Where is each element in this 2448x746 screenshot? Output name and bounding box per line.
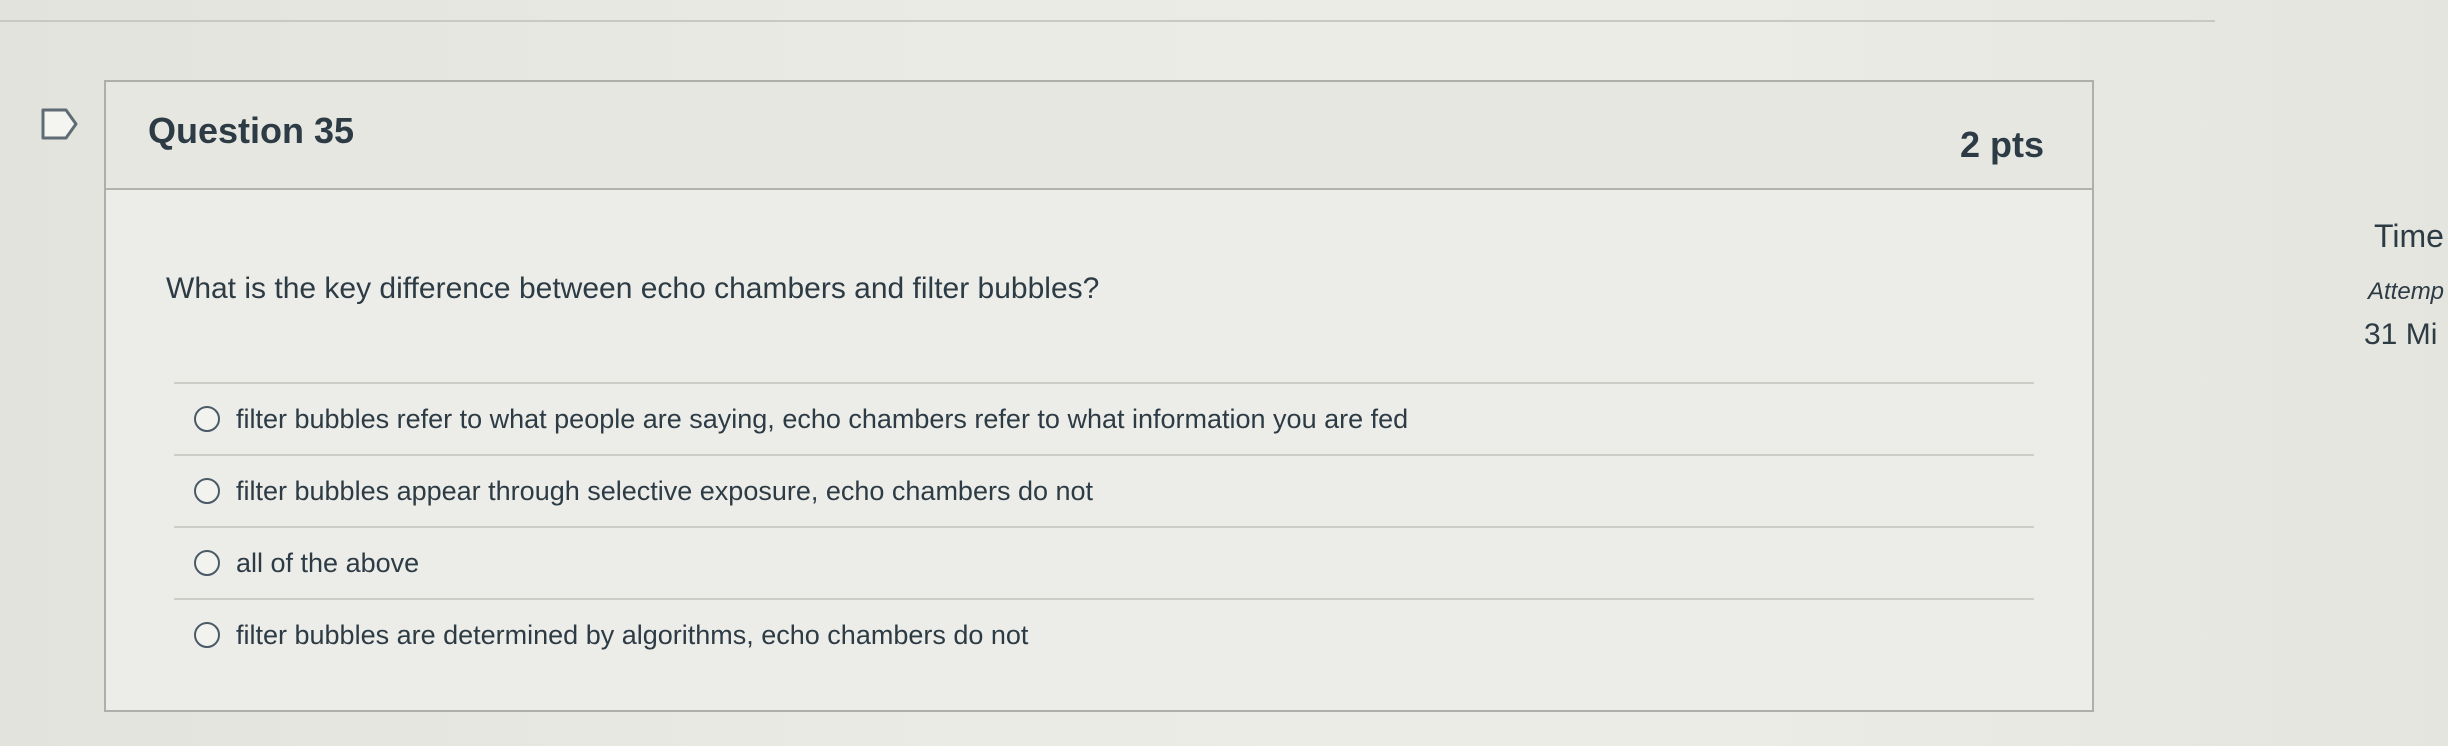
radio-unselected-icon[interactable] (194, 406, 220, 432)
minutes-elapsed: 31 Mi (2364, 318, 2438, 351)
answer-label: filter bubbles refer to what people are … (236, 403, 1409, 434)
answer-label: all of the above (236, 547, 420, 578)
answer-list: filter bubbles refer to what people are … (174, 382, 2034, 670)
answer-label: filter bubbles appear through selective … (236, 475, 1094, 506)
question-points: 2 pts (1959, 124, 2044, 165)
answer-label: filter bubbles are determined by algorit… (236, 619, 1029, 650)
question-header: Question 35 2 pts (106, 82, 2092, 190)
radio-unselected-icon[interactable] (194, 478, 220, 504)
question-card: Question 35 2 pts What is the key differ… (104, 80, 2094, 712)
question-text: What is the key difference between echo … (166, 272, 1100, 305)
radio-unselected-icon[interactable] (194, 550, 220, 576)
question-title: Question 35 (148, 110, 355, 151)
answer-option-4[interactable]: filter bubbles are determined by algorit… (174, 600, 2034, 670)
top-divider (0, 20, 2215, 22)
time-label: Time (2374, 218, 2444, 254)
answer-option-2[interactable]: filter bubbles appear through selective … (174, 456, 2034, 526)
answer-option-1[interactable]: filter bubbles refer to what people are … (174, 384, 2034, 454)
flag-question-icon[interactable] (40, 106, 80, 142)
answer-option-3[interactable]: all of the above (174, 528, 2034, 598)
attempt-label: Attemp (2368, 278, 2445, 305)
quiz-timer-panel: Time Attemp 31 Mi (2360, 210, 2448, 410)
radio-unselected-icon[interactable] (194, 622, 220, 648)
